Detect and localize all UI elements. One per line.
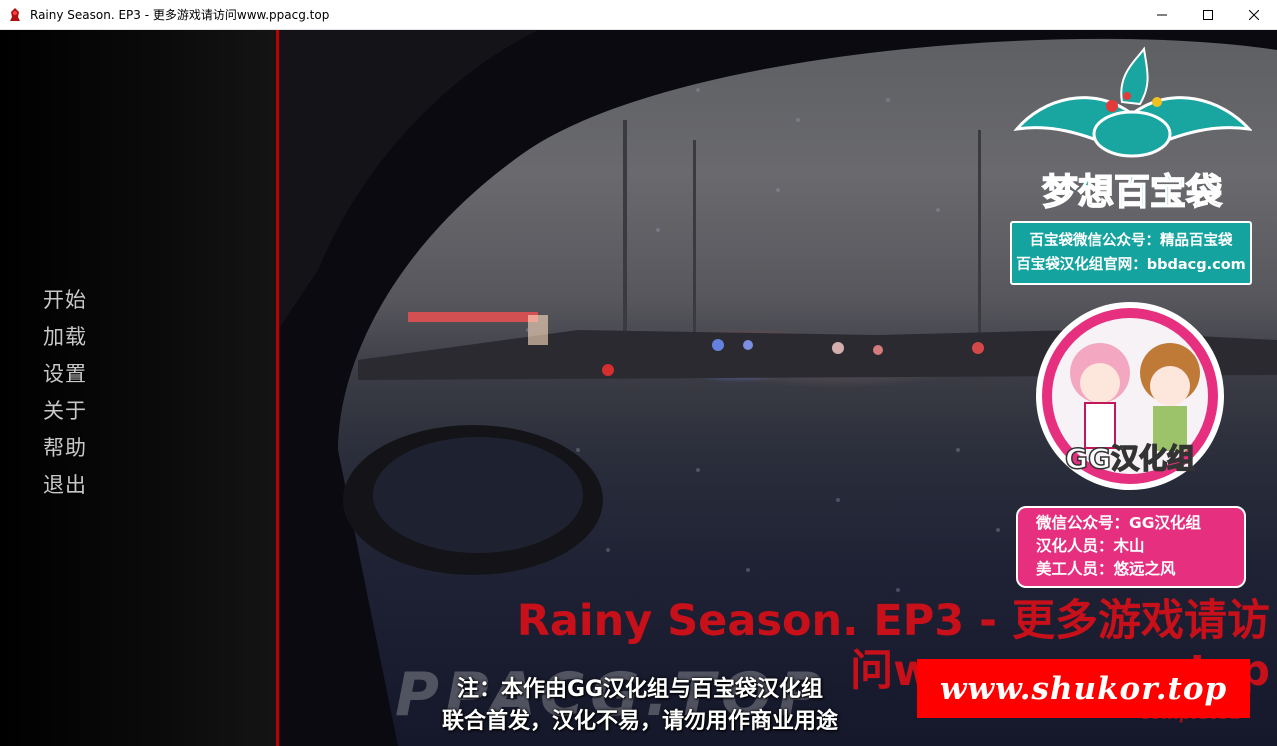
gg-line3: 美工人员：悠远之风 <box>1036 560 1176 578</box>
window-controls <box>1139 0 1277 30</box>
notice-line1: 注：本作由GG汉化组与百宝袋汉化组 <box>456 677 824 702</box>
game-area[interactable]: 开始 加载 设置 关于 帮助 退出 梦想百宝袋 百宝袋微信公众号：精品百宝袋 百… <box>0 30 1277 746</box>
main-menu: 开始 加载 设置 关于 帮助 退出 <box>43 282 87 504</box>
menu-panel <box>0 30 276 746</box>
winged-pot-logo-icon: 梦想百宝袋 <box>1013 46 1253 214</box>
translation-notice: 注：本作由GG汉化组与百宝袋汉化组 联合首发，汉化不易，请勿用作商业用途 <box>405 674 875 738</box>
close-icon <box>1249 10 1259 20</box>
panel-divider <box>276 30 279 746</box>
menu-start[interactable]: 开始 <box>43 282 87 319</box>
bbd-logo-text: 梦想百宝袋 <box>1042 172 1222 213</box>
maximize-button[interactable] <box>1185 0 1231 30</box>
bbd-logo: 梦想百宝袋 <box>1012 44 1253 219</box>
menu-settings[interactable]: 设置 <box>43 356 87 393</box>
shukor-banner: www.shukor.top <box>917 659 1250 718</box>
gg-logo: GG汉化组 <box>1030 298 1230 494</box>
gg-info-box: 微信公众号：GG汉化组 汉化人员：木山 美工人员：悠远之风 <box>1016 506 1246 588</box>
gg-logo-text: GG汉化组 <box>1065 442 1195 475</box>
bbd-info-box: 百宝袋微信公众号：精品百宝袋 百宝袋汉化组官网：bbdacg.com <box>1010 221 1252 285</box>
bbd-line1: 百宝袋微信公众号：精品百宝袋 <box>1029 233 1233 249</box>
menu-about[interactable]: 关于 <box>43 393 87 430</box>
red-lamp-icon <box>10 7 20 21</box>
menu-load[interactable]: 加载 <box>43 319 87 356</box>
bbd-line2: 百宝袋汉化组官网：bbdacg.com <box>1016 257 1246 273</box>
game-window: Rainy Season. EP3 - 更多游戏请访问www.ppacg.top <box>0 0 1277 746</box>
maximize-icon <box>1203 10 1213 20</box>
gg-line2: 汉化人员：木山 <box>1036 537 1145 555</box>
menu-quit[interactable]: 退出 <box>43 467 87 504</box>
window-title: Rainy Season. EP3 - 更多游戏请访问www.ppacg.top <box>30 8 330 22</box>
title-bar[interactable]: Rainy Season. EP3 - 更多游戏请访问www.ppacg.top <box>0 0 1277 30</box>
minimize-button[interactable] <box>1139 0 1185 30</box>
menu-help[interactable]: 帮助 <box>43 430 87 467</box>
gg-line1: 微信公众号：GG汉化组 <box>1036 514 1201 532</box>
notice-line2: 联合首发，汉化不易，请勿用作商业用途 <box>441 709 838 734</box>
close-button[interactable] <box>1231 0 1277 30</box>
gg-characters-logo-icon: GG汉化组 <box>1036 302 1224 490</box>
minimize-icon <box>1157 14 1167 16</box>
